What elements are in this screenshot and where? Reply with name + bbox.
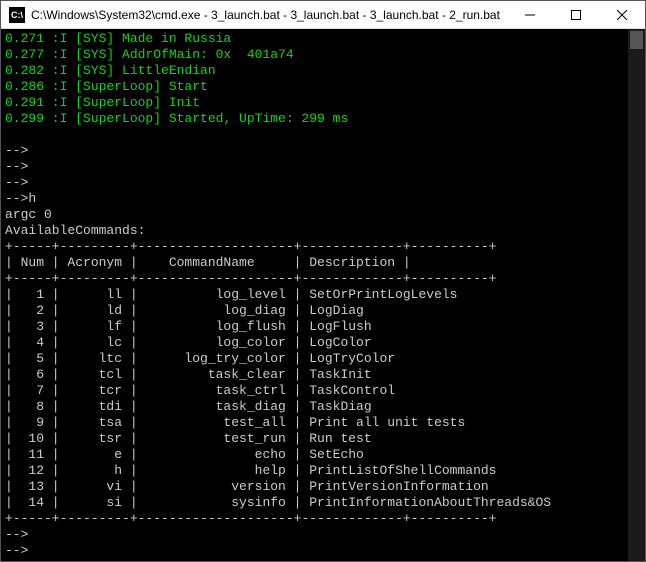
minimize-button[interactable] bbox=[507, 1, 553, 28]
titlebar[interactable]: C:\ C:\Windows\System32\cmd.exe - 3_laun… bbox=[1, 1, 645, 29]
scrollbar[interactable] bbox=[628, 29, 645, 561]
console-output[interactable]: 0.271 :I [SYS] Made in Russia 0.277 :I [… bbox=[1, 29, 628, 561]
scrollbar-thumb[interactable] bbox=[630, 31, 643, 49]
window-controls bbox=[507, 1, 645, 28]
cmd-window: C:\ C:\Windows\System32\cmd.exe - 3_laun… bbox=[0, 0, 646, 562]
window-title: C:\Windows\System32\cmd.exe - 3_launch.b… bbox=[31, 8, 507, 22]
cmd-icon: C:\ bbox=[9, 7, 25, 23]
maximize-button[interactable] bbox=[553, 1, 599, 28]
close-button[interactable] bbox=[599, 1, 645, 28]
